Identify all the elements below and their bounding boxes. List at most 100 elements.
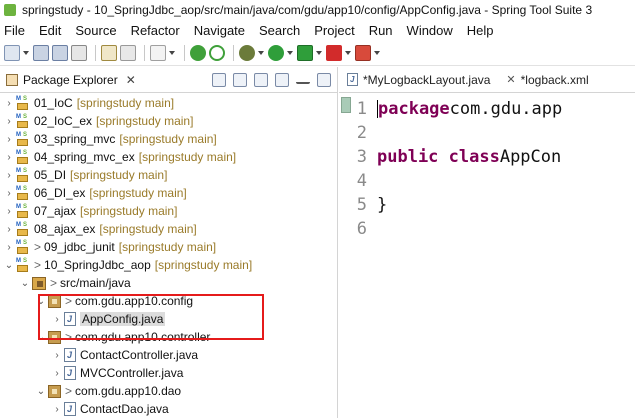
tree-project-07[interactable]: › MS 07_ajax [springstudy main] xyxy=(0,202,337,220)
focus-on-active-task-icon[interactable] xyxy=(254,72,268,87)
menu-window[interactable]: Window xyxy=(407,23,461,38)
chevron-down-icon[interactable] xyxy=(169,45,175,61)
new-icon[interactable] xyxy=(4,44,20,61)
chevron-right-icon[interactable]: › xyxy=(4,134,14,145)
minimize-icon[interactable] xyxy=(296,76,310,84)
chevron-down-icon[interactable]: ⌄ xyxy=(4,260,14,271)
project-name: 09_jdbc_junit xyxy=(44,240,115,254)
view-menu-icon[interactable] xyxy=(275,72,289,87)
tree-package-dao[interactable]: ⌄ > com.gdu.app10.dao xyxy=(0,382,337,400)
chevron-down-icon[interactable]: ⌄ xyxy=(36,296,46,307)
chevron-down-icon[interactable] xyxy=(23,45,29,61)
tree-file-appconfig[interactable]: › AppConfig.java xyxy=(0,310,337,328)
tree-project-05[interactable]: › MS 05_DI [springstudy main] xyxy=(0,166,337,184)
code-line-1[interactable]: 1 package com.gdu.app xyxy=(339,97,563,121)
code-line-4[interactable]: 4 xyxy=(339,169,377,193)
run-external-icon[interactable] xyxy=(297,44,313,61)
chevron-down-icon[interactable] xyxy=(287,45,293,61)
menu-file[interactable]: File xyxy=(4,23,33,38)
menu-source[interactable]: Source xyxy=(75,23,124,38)
chevron-right-icon[interactable]: › xyxy=(52,368,62,379)
tree-project-08[interactable]: › MS 08_ajax_ex [springstudy main] xyxy=(0,220,337,238)
tree-package-controller[interactable]: ⌄ > com.gdu.app10.controller xyxy=(0,328,337,346)
java-file-icon xyxy=(64,402,76,416)
save-icon[interactable] xyxy=(33,44,49,61)
chevron-down-icon[interactable] xyxy=(258,45,264,61)
editor-tab-logback-xml[interactable]: ✕ *logback.xml xyxy=(498,67,596,93)
editor-tab-label: *logback.xml xyxy=(520,72,589,87)
save-all-icon[interactable] xyxy=(52,44,68,61)
chevron-right-icon[interactable]: › xyxy=(4,242,14,253)
package-icon xyxy=(48,384,61,398)
chevron-right-icon[interactable]: › xyxy=(52,404,62,415)
code-editor[interactable]: 1 package com.gdu.app 2 3 public class A… xyxy=(339,93,635,418)
tree-file-contactdao[interactable]: › ContactDao.java xyxy=(0,400,337,418)
tree-project-04[interactable]: › MS 04_spring_mvc_ex [springstudy main] xyxy=(0,148,337,166)
chevron-right-icon[interactable]: › xyxy=(52,314,62,325)
java-file-icon xyxy=(347,73,358,86)
tree-project-03[interactable]: › MS 03_spring_mvc [springstudy main] xyxy=(0,130,337,148)
link-with-editor-icon[interactable] xyxy=(233,72,247,87)
chevron-right-icon[interactable]: › xyxy=(4,116,14,127)
project-tag: [springstudy main] xyxy=(96,114,194,128)
maven-spring-project-icon: MS xyxy=(16,96,30,110)
chevron-down-icon[interactable]: ⌄ xyxy=(36,332,46,343)
package-tree: › MS 01_IoC [springstudy main] › MS 02_I… xyxy=(0,93,337,418)
menu-navigate[interactable]: Navigate xyxy=(194,23,253,38)
code-line-5[interactable]: 5 } xyxy=(339,193,388,217)
git-dirty-marker: > xyxy=(50,276,58,290)
run-icon[interactable] xyxy=(268,44,284,61)
tree-package-config[interactable]: ⌄ > com.gdu.app10.config xyxy=(0,292,337,310)
stop-icon[interactable] xyxy=(326,44,342,61)
tree-project-01[interactable]: › MS 01_IoC [springstudy main] xyxy=(0,94,337,112)
collapse-all-icon[interactable] xyxy=(212,72,226,87)
menu-refactor[interactable]: Refactor xyxy=(131,23,188,38)
close-icon[interactable]: ✕ xyxy=(126,73,136,87)
tree-src-folder[interactable]: ⌄ > src/main/java xyxy=(0,274,337,292)
menu-search[interactable]: Search xyxy=(259,23,308,38)
code-line-3[interactable]: 3 public class AppCon xyxy=(339,145,562,169)
chevron-down-icon[interactable] xyxy=(374,45,380,61)
menu-run[interactable]: Run xyxy=(369,23,401,38)
chevron-right-icon[interactable]: › xyxy=(4,206,14,217)
chevron-down-icon[interactable] xyxy=(316,45,322,61)
menu-help[interactable]: Help xyxy=(467,23,502,38)
tree-file-contactcontroller[interactable]: › ContactController.java xyxy=(0,346,337,364)
menu-edit[interactable]: Edit xyxy=(39,23,69,38)
file-name: ContactDao.java xyxy=(80,402,169,416)
print-icon[interactable] xyxy=(71,44,87,61)
chevron-down-icon[interactable]: ⌄ xyxy=(20,278,30,289)
java-file-icon xyxy=(64,366,76,380)
toggle-breadcrumb-icon[interactable] xyxy=(150,44,166,61)
chevron-down-icon[interactable]: ⌄ xyxy=(36,386,46,397)
tree-project-10[interactable]: ⌄ MS > 10_SpringJdbc_aop [springstudy ma… xyxy=(0,256,337,274)
code-line-6[interactable]: 6 xyxy=(339,217,377,241)
external-tools-icon[interactable] xyxy=(355,44,371,61)
chevron-down-icon[interactable] xyxy=(345,45,351,61)
tab-package-explorer[interactable]: Package Explorer ✕ xyxy=(0,67,142,93)
terminal-icon[interactable] xyxy=(120,44,136,61)
debug-icon[interactable] xyxy=(239,44,255,61)
source-folder-name: src/main/java xyxy=(60,276,131,290)
chevron-right-icon[interactable]: › xyxy=(4,188,14,199)
maven-spring-project-icon: MS xyxy=(16,114,30,128)
toggle-mark-icon[interactable] xyxy=(101,44,117,61)
tree-project-09[interactable]: › MS > 09_jdbc_junit [springstudy main] xyxy=(0,238,337,256)
maximize-icon[interactable] xyxy=(317,72,331,87)
code-line-2[interactable]: 2 xyxy=(339,121,377,145)
chevron-right-icon[interactable]: › xyxy=(4,224,14,235)
main-toolbar xyxy=(0,40,635,66)
spring-icon[interactable] xyxy=(209,44,225,61)
file-name: MVCController.java xyxy=(80,366,184,380)
chevron-right-icon[interactable]: › xyxy=(4,98,14,109)
chevron-right-icon[interactable]: › xyxy=(4,170,14,181)
tree-project-02[interactable]: › MS 02_IoC_ex [springstudy main] xyxy=(0,112,337,130)
menu-project[interactable]: Project xyxy=(314,23,362,38)
chevron-right-icon[interactable]: › xyxy=(52,350,62,361)
chevron-right-icon[interactable]: › xyxy=(4,152,14,163)
project-tag: [springstudy main] xyxy=(154,258,253,272)
tree-project-06[interactable]: › MS 06_DI_ex [springstudy main] xyxy=(0,184,337,202)
tree-file-mvccontroller[interactable]: › MVCController.java xyxy=(0,364,337,382)
editor-tab-mylogbacklayout[interactable]: *MyLogbackLayout.java xyxy=(339,67,498,93)
spring-boot-dashboard-icon[interactable] xyxy=(190,44,206,61)
